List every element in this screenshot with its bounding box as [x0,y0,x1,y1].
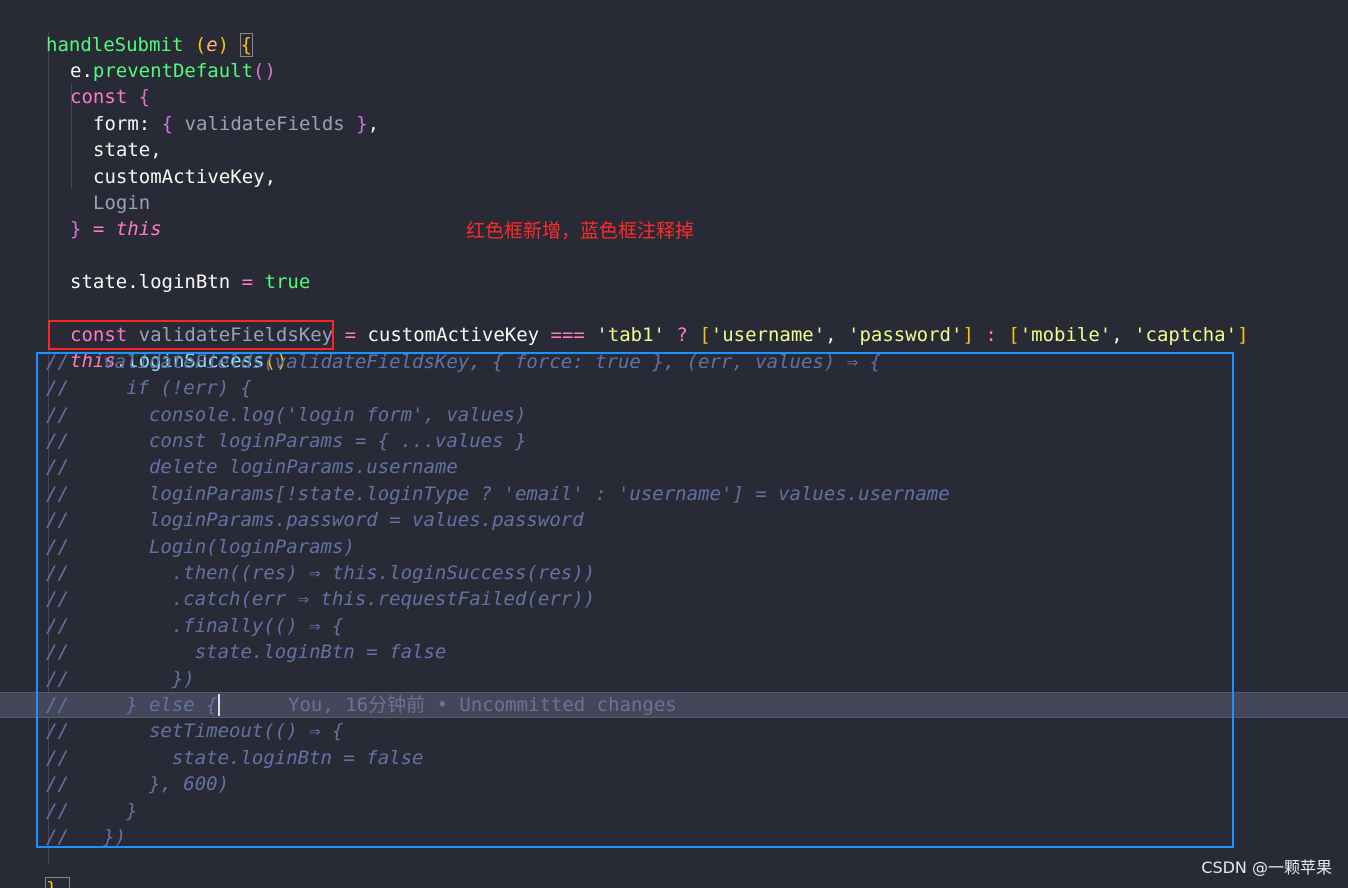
code-line[interactable]: e.preventDefault() [0,32,276,82]
code-line[interactable]: getCaptcha [0,876,46,888]
code-line[interactable]: } = this [0,190,162,240]
string-username: 'username' [710,324,826,346]
prop-validate-fields: validateFields [184,113,345,135]
string-captcha: 'captcha' [1134,324,1238,346]
code-line[interactable]: const { [0,58,150,108]
code-line[interactable]: }, [0,850,70,888]
code-line[interactable]: handleSubmit (e) { [0,6,254,57]
code-line[interactable]: Login [0,164,150,214]
prop-form: form [93,113,139,135]
code-line[interactable]: form: { validateFields }, [0,85,379,135]
var-custom-active-key: customActiveKey [367,324,540,346]
code-line[interactable]: state, [0,111,162,161]
string-tab1: 'tab1' [596,324,665,346]
watermark: CSDN @一颗苹果 [1201,858,1332,877]
state-login-btn: state.loginBtn [70,271,231,293]
bool-true: true [264,271,311,293]
param-name: e [206,34,218,56]
method-name: preventDefault [92,60,254,82]
keyword-const: const [70,86,128,108]
function-name: handleSubmit [46,34,184,56]
string-mobile: 'mobile' [1019,324,1112,346]
added-code-highlight-box [48,320,334,350]
code-line[interactable]: const validateFieldsKey = customActiveKe… [0,296,1249,346]
prop-custom-active-key: customActiveKey, [93,166,277,188]
prop-login: Login [93,192,151,214]
code-line[interactable]: customActiveKey, [0,138,276,188]
code-editor[interactable]: handleSubmit (e) { e.preventDefault() co… [0,0,1348,888]
prop-state: state, [93,139,162,161]
code-line[interactable]: state.loginBtn = true [0,243,310,293]
string-password: 'password' [848,324,963,346]
commented-code-highlight-box [36,352,1234,848]
keyword-this: this [115,218,162,240]
closing-brace: }, [45,877,70,888]
annotation-text: 红色框新增，蓝色框注释掉 [466,220,695,242]
code-line[interactable]: this.loginSuccess() [0,322,287,372]
